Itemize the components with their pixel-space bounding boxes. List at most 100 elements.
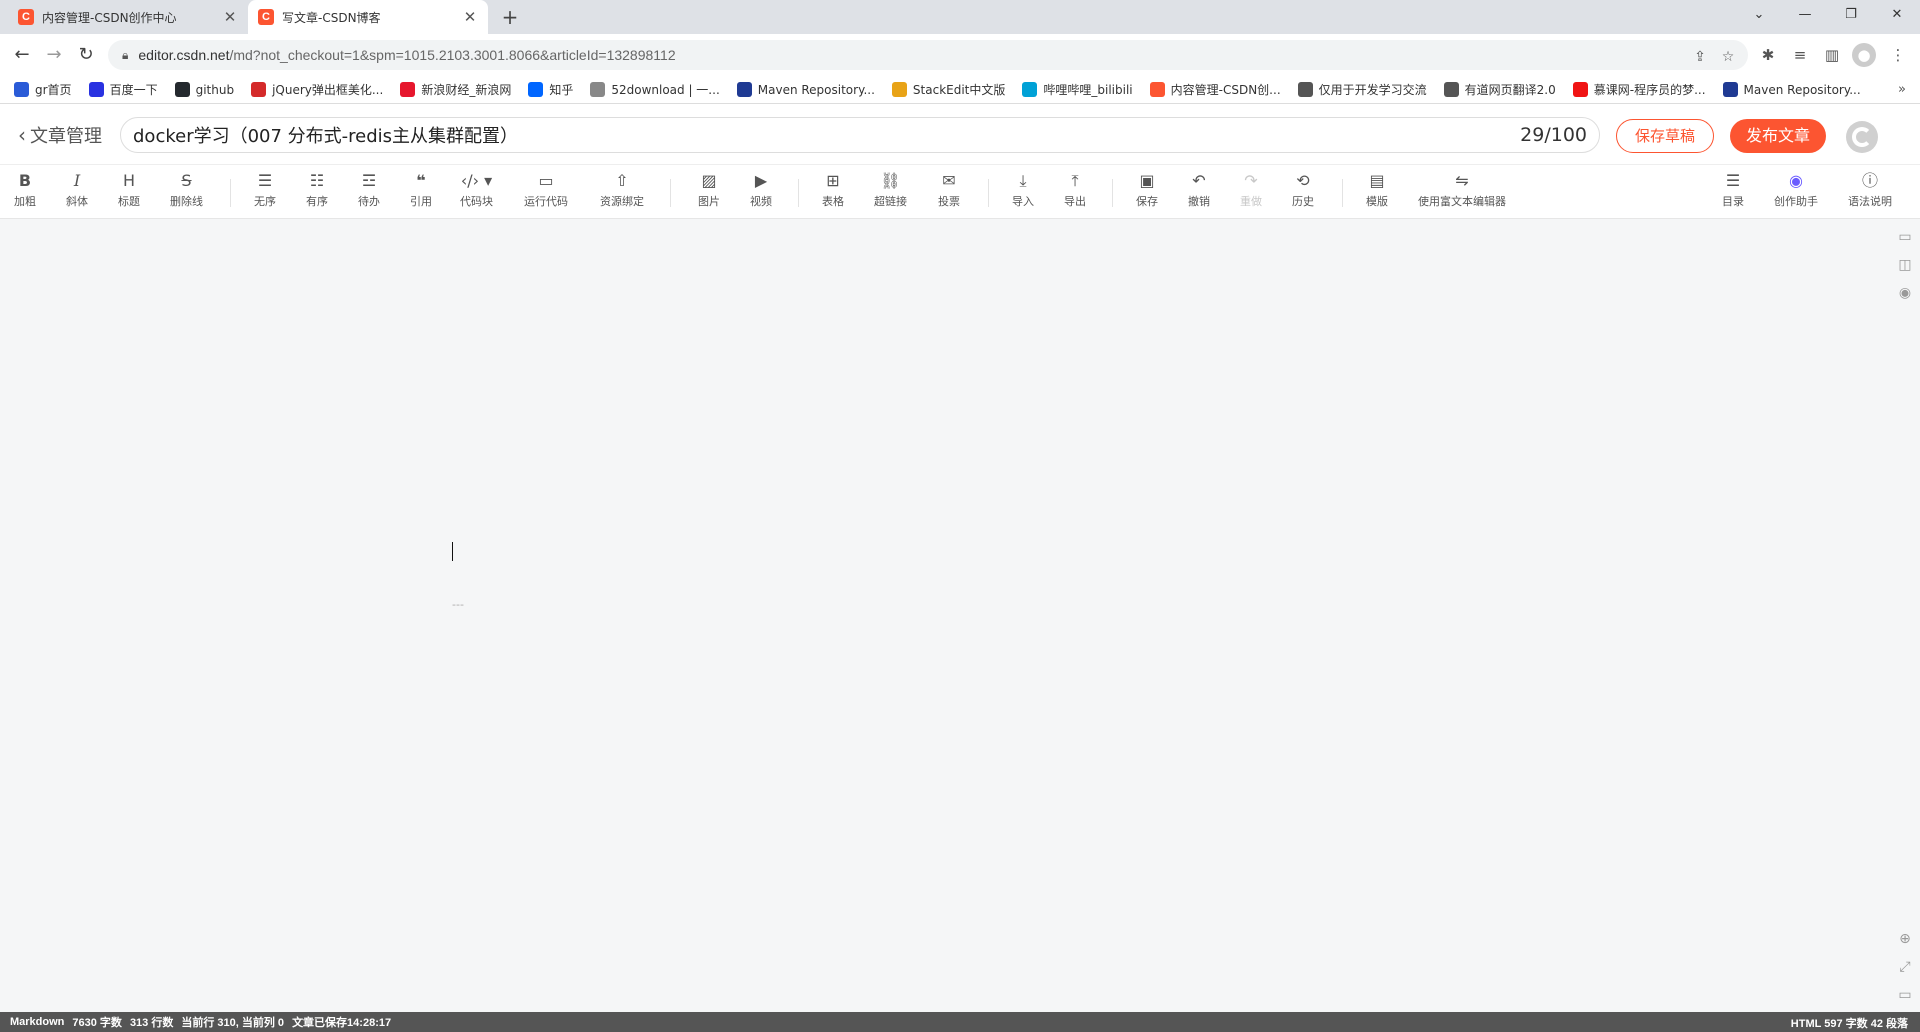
creation-assistant-label: 创作助手: [1774, 195, 1818, 208]
export-button[interactable]: ⤒ 导出: [1064, 171, 1086, 209]
heading-label: 标题: [118, 195, 140, 208]
bookmark-item[interactable]: 内容管理-CSDN创...: [1149, 81, 1281, 98]
unordered-list-button[interactable]: ☰ 无序: [254, 171, 276, 209]
back-icon[interactable]: ←: [10, 43, 34, 67]
layout-single-icon[interactable]: ▭: [1896, 228, 1914, 246]
video-button[interactable]: ▶ 视频: [750, 171, 772, 209]
redo-icon: ↷: [1244, 171, 1258, 190]
csdn-logo-icon[interactable]: [1846, 121, 1878, 153]
template-button[interactable]: ▤ 模版: [1366, 171, 1388, 209]
forward-icon[interactable]: →: [42, 43, 66, 67]
mvn-icon: [736, 82, 752, 97]
layout-split-icon[interactable]: ◫: [1896, 256, 1914, 274]
save-button[interactable]: ▣ 保存: [1136, 171, 1158, 209]
bookmark-item[interactable]: Maven Repository...: [736, 82, 875, 97]
image-button[interactable]: ▨ 图片: [698, 171, 720, 209]
ordered-list-button[interactable]: ☷ 有序: [306, 171, 328, 209]
history-button[interactable]: ⟲ 历史: [1292, 171, 1314, 209]
redo-button[interactable]: ↷ 重做: [1240, 171, 1262, 209]
csdn-icon: C: [18, 9, 34, 25]
strikethrough-button[interactable]: S 删除线: [170, 171, 203, 209]
restore-button[interactable]: ❐: [1828, 0, 1874, 30]
new-tab-button[interactable]: +: [497, 4, 523, 30]
undo-button[interactable]: ↶ 撤销: [1188, 171, 1210, 209]
resource-bind-button[interactable]: ⇧ 资源绑定: [600, 171, 644, 209]
bookmark-label: 慕课网-程序员的梦...: [1593, 83, 1706, 97]
close-icon[interactable]: ✕: [462, 8, 478, 26]
quote-icon: ❝: [416, 171, 426, 190]
side-panel-icon[interactable]: ▥: [1820, 43, 1844, 67]
strikethrough-icon: S: [181, 171, 192, 190]
history-label: 历史: [1292, 195, 1314, 208]
syntax-help-button[interactable]: ⓘ 语法说明: [1848, 171, 1892, 209]
bold-button[interactable]: B 加粗: [14, 171, 36, 209]
fullscreen-icon[interactable]: ⤢: [1896, 958, 1914, 976]
todo-list-button[interactable]: ☲ 待办: [358, 171, 380, 209]
bookmark-item[interactable]: 知乎: [528, 81, 573, 98]
undo-label: 撤销: [1188, 195, 1210, 208]
zhihu-icon: [528, 82, 544, 97]
minimize-button[interactable]: —: [1782, 0, 1828, 30]
code-block-label: 代码块: [460, 195, 493, 208]
preview-eye-icon[interactable]: ◉: [1896, 284, 1914, 302]
import-label: 导入: [1012, 195, 1034, 208]
bookmark-item[interactable]: 仅用于开发学习交流: [1297, 81, 1427, 98]
bookmark-star-icon[interactable]: ☆: [1718, 47, 1738, 67]
save-draft-button[interactable]: 保存草稿: [1616, 119, 1714, 153]
tab-search-icon[interactable]: ⌄: [1736, 0, 1782, 30]
lock-icon[interactable]: 🔒︎: [122, 48, 128, 63]
media-icon[interactable]: ≡: [1788, 43, 1812, 67]
bookmark-label: jQuery弹出框美化...: [272, 83, 384, 97]
bookmark-item[interactable]: 新浪财经_新浪网: [400, 81, 511, 98]
back-to-article-manage[interactable]: ‹ 文章管理: [18, 122, 102, 148]
url-input[interactable]: 🔒︎ editor.csdn.net/md?not_checkout=1&spm…: [108, 40, 1748, 70]
bookmark-item[interactable]: 百度一下: [88, 81, 158, 98]
reload-icon[interactable]: ↻: [74, 43, 98, 67]
toc-button[interactable]: ☰ 目录: [1722, 171, 1744, 209]
url-path: /md?not_checkout=1&spm=1015.2103.3001.80…: [229, 47, 676, 63]
save-label: 保存: [1136, 195, 1158, 208]
vote-button[interactable]: ✉ 投票: [938, 171, 960, 209]
bookmark-item[interactable]: Maven Repository...: [1722, 82, 1861, 97]
baidu-icon: [88, 82, 104, 97]
creation-assistant-button[interactable]: ◉ 创作助手: [1774, 171, 1818, 209]
italic-button[interactable]: I 斜体: [66, 171, 88, 209]
publish-button[interactable]: 发布文章: [1730, 119, 1826, 153]
close-icon[interactable]: ✕: [222, 8, 238, 26]
close-window-button[interactable]: ✕: [1874, 0, 1920, 30]
heading-button[interactable]: H 标题: [118, 171, 140, 209]
bookmark-label: 知乎: [549, 83, 574, 97]
menu-kebab-icon[interactable]: ⋮: [1886, 43, 1910, 67]
browser-tab-content-manage[interactable]: C 内容管理-CSDN创作中心 ✕: [8, 0, 248, 34]
markdown-editor[interactable]: ---: [0, 220, 1888, 1012]
import-button[interactable]: ⤓ 导入: [1012, 171, 1034, 209]
extensions-icon[interactable]: ✱: [1756, 43, 1780, 67]
bookmark-item[interactable]: StackEdit中文版: [891, 81, 1005, 98]
bookmark-item[interactable]: github: [174, 82, 234, 97]
status-cursor-position: 当前行 310, 当前列 0: [181, 1017, 285, 1029]
title-char-count: 29/100: [1520, 124, 1587, 146]
bookmark-item[interactable]: jQuery弹出框美化...: [251, 81, 383, 98]
hyperlink-button[interactable]: ⛓ 超链接: [874, 171, 907, 209]
rich-text-editor-button[interactable]: ⇋ 使用富文本编辑器: [1418, 171, 1506, 209]
run-code-button[interactable]: ▭ 运行代码: [524, 171, 568, 209]
syntax-help-label: 语法说明: [1848, 195, 1892, 208]
bookmark-item[interactable]: 哔哩哔哩_bilibili: [1022, 81, 1133, 98]
quote-button[interactable]: ❝ 引用: [410, 171, 432, 209]
table-button[interactable]: ⊞ 表格: [822, 171, 844, 209]
globe-icon: [1297, 82, 1313, 97]
browser-tab-write-article[interactable]: C 写文章-CSDN博客 ✕: [248, 0, 488, 34]
bookmark-item[interactable]: 慕课网-程序员的梦...: [1572, 81, 1706, 98]
chevron-double-right-icon[interactable]: »: [1898, 82, 1906, 97]
bookmark-item[interactable]: 有道网页翻译2.0: [1443, 81, 1556, 98]
share-icon[interactable]: ⇪: [1690, 47, 1710, 67]
status-char-count: 7630 字数: [72, 1017, 122, 1029]
monitor-icon[interactable]: ▭: [1896, 986, 1914, 1004]
bookmark-item[interactable]: 52download | 一...: [590, 81, 720, 98]
code-block-button[interactable]: ‹/› ▾ 代码块: [460, 171, 493, 209]
locate-icon[interactable]: ⊕: [1896, 930, 1914, 948]
article-title[interactable]: docker学习（007 分布式-redis主从集群配置）: [133, 122, 1520, 148]
article-title-input[interactable]: docker学习（007 分布式-redis主从集群配置） 29/100: [120, 117, 1600, 153]
profile-avatar[interactable]: ●: [1852, 43, 1876, 67]
bookmark-item[interactable]: gr首页: [14, 81, 72, 98]
